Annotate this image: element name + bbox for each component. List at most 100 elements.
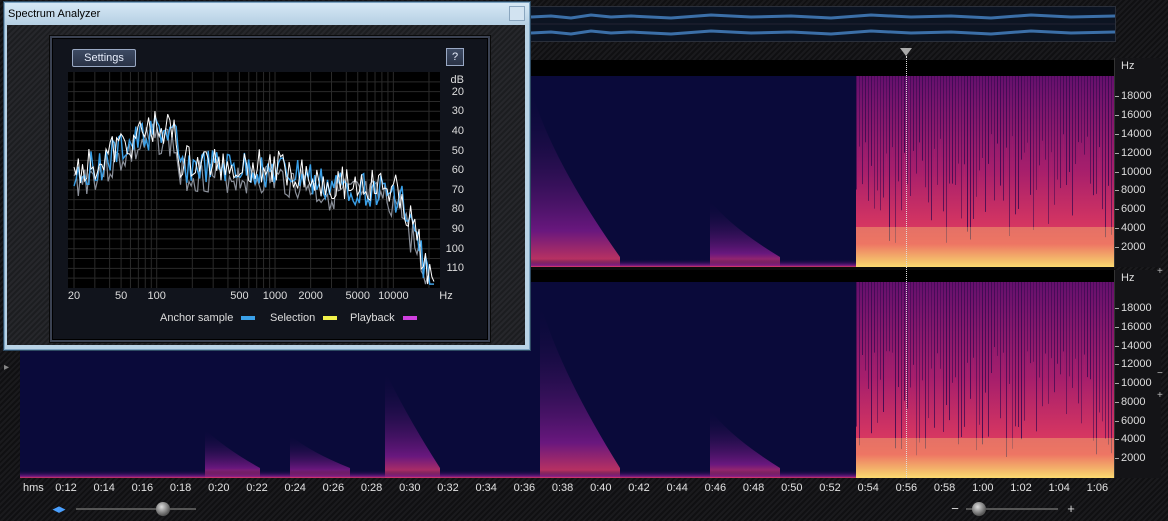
time-tick-label: 1:02: [1010, 482, 1032, 494]
db-tick-label: 40: [451, 124, 464, 137]
spectrogram-streak: [1066, 282, 1067, 415]
scroll-slider-track[interactable]: [76, 508, 196, 510]
spectrogram-streak: [967, 282, 968, 363]
spectrogram-streak: [1051, 76, 1052, 153]
spectrogram-streak: [931, 282, 932, 369]
time-tick-label: 0:20: [208, 482, 230, 494]
spectrogram-streak: [898, 76, 899, 182]
spectrogram-streak: [862, 282, 863, 355]
spectrogram-streak: [859, 282, 860, 446]
spectrogram-streak: [865, 76, 866, 143]
spectrogram-streak: [1027, 282, 1028, 352]
freq-tick-label: 18000: [1121, 302, 1152, 314]
spectrogram-streak: [1090, 76, 1091, 184]
time-zoom-out-icon[interactable]: −: [948, 502, 962, 516]
spectrogram-streak: [1099, 282, 1100, 413]
time-zoom-control[interactable]: − +: [948, 502, 1078, 516]
freq-tick-label: 16000: [1121, 108, 1152, 121]
time-scroll-slider[interactable]: ◂▸: [52, 502, 198, 516]
waveform-overview[interactable]: [530, 6, 1116, 42]
zoom-in-icon[interactable]: +: [1157, 266, 1168, 277]
db-scale: dB 20 30 40 50 60 70 80 90 100 110: [440, 72, 466, 288]
spectrogram-streak: [856, 282, 857, 427]
spectrogram-streak: [1057, 76, 1058, 180]
db-tick-label: 70: [451, 183, 464, 196]
spectrogram-streak: [985, 76, 986, 212]
time-zoom-in-icon[interactable]: +: [1064, 502, 1078, 516]
spectrogram-streak: [922, 282, 923, 381]
time-tick-label: 0:16: [131, 482, 154, 494]
bottom-navigation-bar: ◂▸ − +: [0, 498, 1168, 521]
spectrogram-streak: [961, 282, 962, 438]
spectrogram-streak: [934, 282, 935, 428]
time-tick-label: 1:00: [972, 482, 994, 494]
spectrogram-streak: [1012, 282, 1013, 449]
spectrogram-streak: [901, 282, 902, 450]
zoom-out-icon[interactable]: −: [1157, 368, 1168, 379]
db-tick-label: 100: [445, 242, 464, 255]
legend-label: Anchor sample: [160, 312, 234, 324]
spectrogram-streak: [919, 76, 920, 143]
time-tick-label: 0:42: [628, 482, 650, 494]
spectrogram-streak: [982, 282, 983, 445]
legend-swatch: [241, 316, 256, 321]
spectrogram-peak-band: [856, 227, 1114, 267]
freq-tick-mark: [1115, 458, 1119, 459]
spectrogram-streak: [967, 76, 968, 232]
time-ruler[interactable]: hms 0:12 0:14 0:16 0:18 0:20 0:22 0:24 0:26 0:28…: [20, 480, 1114, 496]
zoom-in-vertical-icon[interactable]: +: [1157, 390, 1168, 401]
freq-unit-label: Hz: [1121, 272, 1135, 284]
spectrogram-streak: [910, 282, 911, 388]
freq-tick-mark: [1115, 345, 1119, 347]
time-tick-label: 0:34: [475, 482, 497, 494]
freq-tick-label: 2000: [1121, 452, 1146, 464]
spectrum-plot[interactable]: [68, 72, 440, 288]
spectrogram-streak: [1063, 76, 1064, 135]
playhead-marker-icon[interactable]: [900, 48, 912, 56]
playhead-line: [906, 56, 907, 478]
spectrogram-streak: [940, 282, 941, 369]
spectrogram-streak: [931, 76, 932, 221]
close-window-button[interactable]: [509, 6, 525, 21]
spectrogram-streak: [895, 76, 896, 243]
spectrogram-streak: [1045, 282, 1046, 354]
freq-tick-mark: [1115, 326, 1119, 328]
freq-tick-mark: [1115, 420, 1119, 422]
legend-item: Playback: [350, 312, 417, 324]
collapse-panel-icon[interactable]: ▸: [4, 362, 12, 378]
spectrogram-streak: [1099, 76, 1100, 148]
spectrum-analyzer-window[interactable]: Spectrum Analyzer Settings ? dB 20 30 40 50…: [4, 2, 530, 350]
spectrogram-streak: [1087, 76, 1088, 137]
spectrogram-streak: [1093, 282, 1094, 441]
scroll-arrows-icon[interactable]: ◂▸: [52, 502, 66, 516]
db-tick-label: 110: [446, 262, 464, 275]
hz-tick-label: Hz: [439, 290, 453, 302]
freq-tick-label: 4000: [1121, 222, 1146, 235]
spectrogram-streak: [1060, 282, 1061, 375]
spectrogram-streak: [985, 282, 986, 393]
settings-button[interactable]: Settings: [72, 49, 136, 67]
spectrogram-streak: [1090, 282, 1091, 380]
right-toolbar: + − +: [1157, 262, 1168, 462]
spectrogram-streak: [880, 282, 881, 380]
spectrogram-streak: [904, 76, 905, 153]
spectrogram-streak: [961, 76, 962, 219]
spectrogram-streak: [991, 76, 992, 135]
spectrogram-streak: [874, 282, 875, 353]
spectrogram-streak: [907, 282, 908, 409]
freq-tick-mark: [1115, 96, 1119, 97]
hz-tick-label: 50: [114, 290, 128, 302]
spectrogram-streak: [1027, 76, 1028, 143]
spectrogram-streak: [1111, 76, 1112, 235]
spectrogram-streak: [1084, 76, 1085, 155]
freq-tick-mark: [1115, 308, 1119, 309]
zoom-slider-knob[interactable]: [972, 502, 986, 516]
hz-tick-label: 2000: [298, 290, 323, 302]
help-button[interactable]: ?: [446, 48, 464, 66]
spectrogram-streak: [964, 282, 965, 427]
time-tick-label: 1:06: [1086, 482, 1109, 494]
spectrogram-streak: [946, 282, 947, 406]
freq-tick-label: 10000: [1121, 377, 1152, 389]
scroll-slider-knob[interactable]: [156, 502, 170, 516]
window-titlebar[interactable]: Spectrum Analyzer: [5, 3, 529, 25]
